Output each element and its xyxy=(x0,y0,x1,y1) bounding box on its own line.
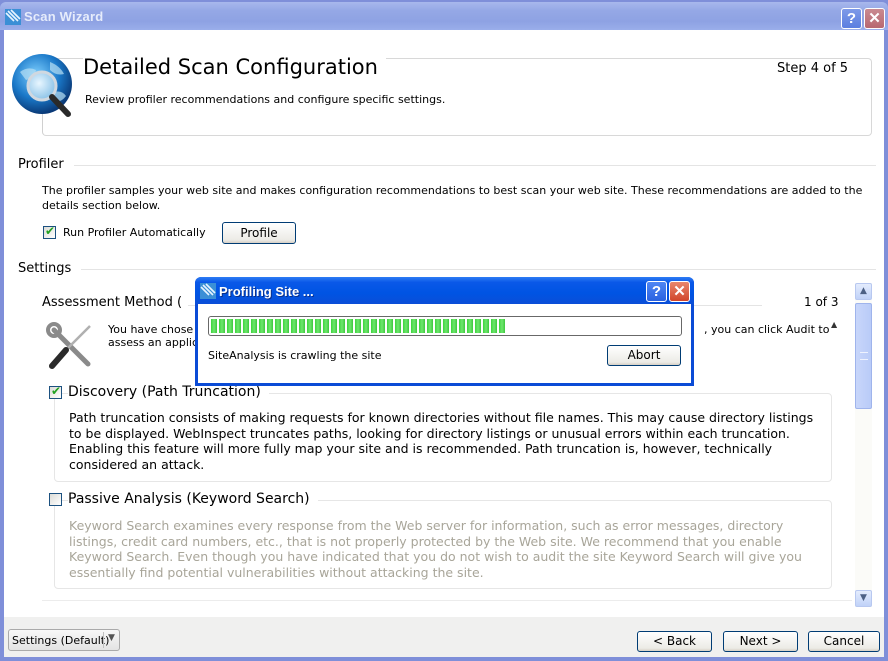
back-button[interactable]: < Back xyxy=(637,631,712,652)
assessment-text-line1: You have chose xyxy=(108,323,194,336)
collapse-icon[interactable]: ▲ xyxy=(831,320,837,329)
passive-analysis-checkbox[interactable] xyxy=(49,493,62,506)
chevron-down-icon[interactable]: ▼ xyxy=(108,633,115,643)
profiling-progress-bar xyxy=(208,316,682,336)
profiler-divider xyxy=(64,165,876,166)
profiling-site-dialog: Profiling Site ... ? ✕ SiteAnalysis is c… xyxy=(195,277,694,386)
tools-icon xyxy=(46,322,91,369)
profiler-section-label: Profiler xyxy=(18,157,74,172)
settings-preset-dropdown[interactable]: Settings (Default) ▼ xyxy=(8,629,120,651)
assessment-text-line2: assess an applic xyxy=(108,336,199,349)
scroll-down-button[interactable]: ▼ xyxy=(855,590,872,607)
profiling-status-text: SiteAnalysis is crawling the site xyxy=(208,349,382,362)
assessment-method-label: Assessment Method ( xyxy=(42,295,189,310)
settings-preset-value: Settings (Default) xyxy=(12,634,110,647)
dialog-body: SiteAnalysis is crawling the site Abort xyxy=(198,304,691,383)
run-profiler-label[interactable]: Run Profiler Automatically xyxy=(63,226,206,239)
window-titlebar[interactable]: Scan Wizard ? ✕ xyxy=(0,2,888,30)
profiler-description: The profiler samples your web site and m… xyxy=(42,184,863,212)
wizard-footer: Settings (Default) ▼ < Back Next > Cance… xyxy=(4,617,884,657)
page-title: Detailed Scan Configuration xyxy=(83,55,386,79)
window-title: Scan Wizard xyxy=(24,9,104,24)
dialog-titlebar[interactable]: Profiling Site ... ? ✕ xyxy=(195,277,694,304)
dialog-close-button[interactable]: ✕ xyxy=(669,281,690,302)
cancel-button[interactable]: Cancel xyxy=(808,631,880,652)
dropdown-separator xyxy=(103,632,104,648)
page-subtitle: Review profiler recommendations and conf… xyxy=(85,93,446,106)
profile-button[interactable]: Profile xyxy=(222,222,296,244)
help-button[interactable]: ? xyxy=(841,8,862,29)
settings-section-label: Settings xyxy=(18,261,82,276)
app-icon xyxy=(5,9,21,25)
scroll-thumb[interactable] xyxy=(855,303,872,409)
discovery-option-label[interactable]: Discovery (Path Truncation) xyxy=(68,384,269,400)
assessment-counter: 1 of 3 xyxy=(804,295,839,309)
dialog-title: Profiling Site ... xyxy=(219,284,314,299)
settings-bottom-divider xyxy=(42,600,852,601)
assessment-text-line1-end: , you can click Audit to xyxy=(704,323,830,336)
globe-search-icon xyxy=(12,54,72,117)
close-button[interactable]: ✕ xyxy=(864,8,885,29)
next-button[interactable]: Next > xyxy=(723,631,798,652)
settings-divider xyxy=(74,269,876,270)
progress-fill xyxy=(211,319,506,333)
scan-wizard-window: Scan Wizard ? ✕ Detailed Scan Configurat… xyxy=(0,0,888,661)
scroll-grip-icon xyxy=(860,352,868,360)
discovery-checkbox[interactable]: ✔ xyxy=(49,384,62,399)
checkmark-icon: ✔ xyxy=(45,224,56,238)
passive-analysis-option-label[interactable]: Passive Analysis (Keyword Search) xyxy=(68,491,318,507)
run-profiler-checkbox[interactable]: ✔ xyxy=(43,224,56,239)
step-indicator: Step 4 of 5 xyxy=(772,61,855,76)
app-icon xyxy=(200,283,216,299)
dialog-help-button[interactable]: ? xyxy=(646,281,667,302)
abort-button[interactable]: Abort xyxy=(607,345,681,366)
settings-scrollbar[interactable]: ▲ ▼ xyxy=(855,283,872,607)
passive-analysis-option-description: Keyword Search examines every response f… xyxy=(69,518,802,580)
checkmark-icon: ✔ xyxy=(51,384,62,398)
discovery-option-description: Path truncation consists of making reque… xyxy=(69,410,814,472)
scroll-up-button[interactable]: ▲ xyxy=(855,283,872,300)
